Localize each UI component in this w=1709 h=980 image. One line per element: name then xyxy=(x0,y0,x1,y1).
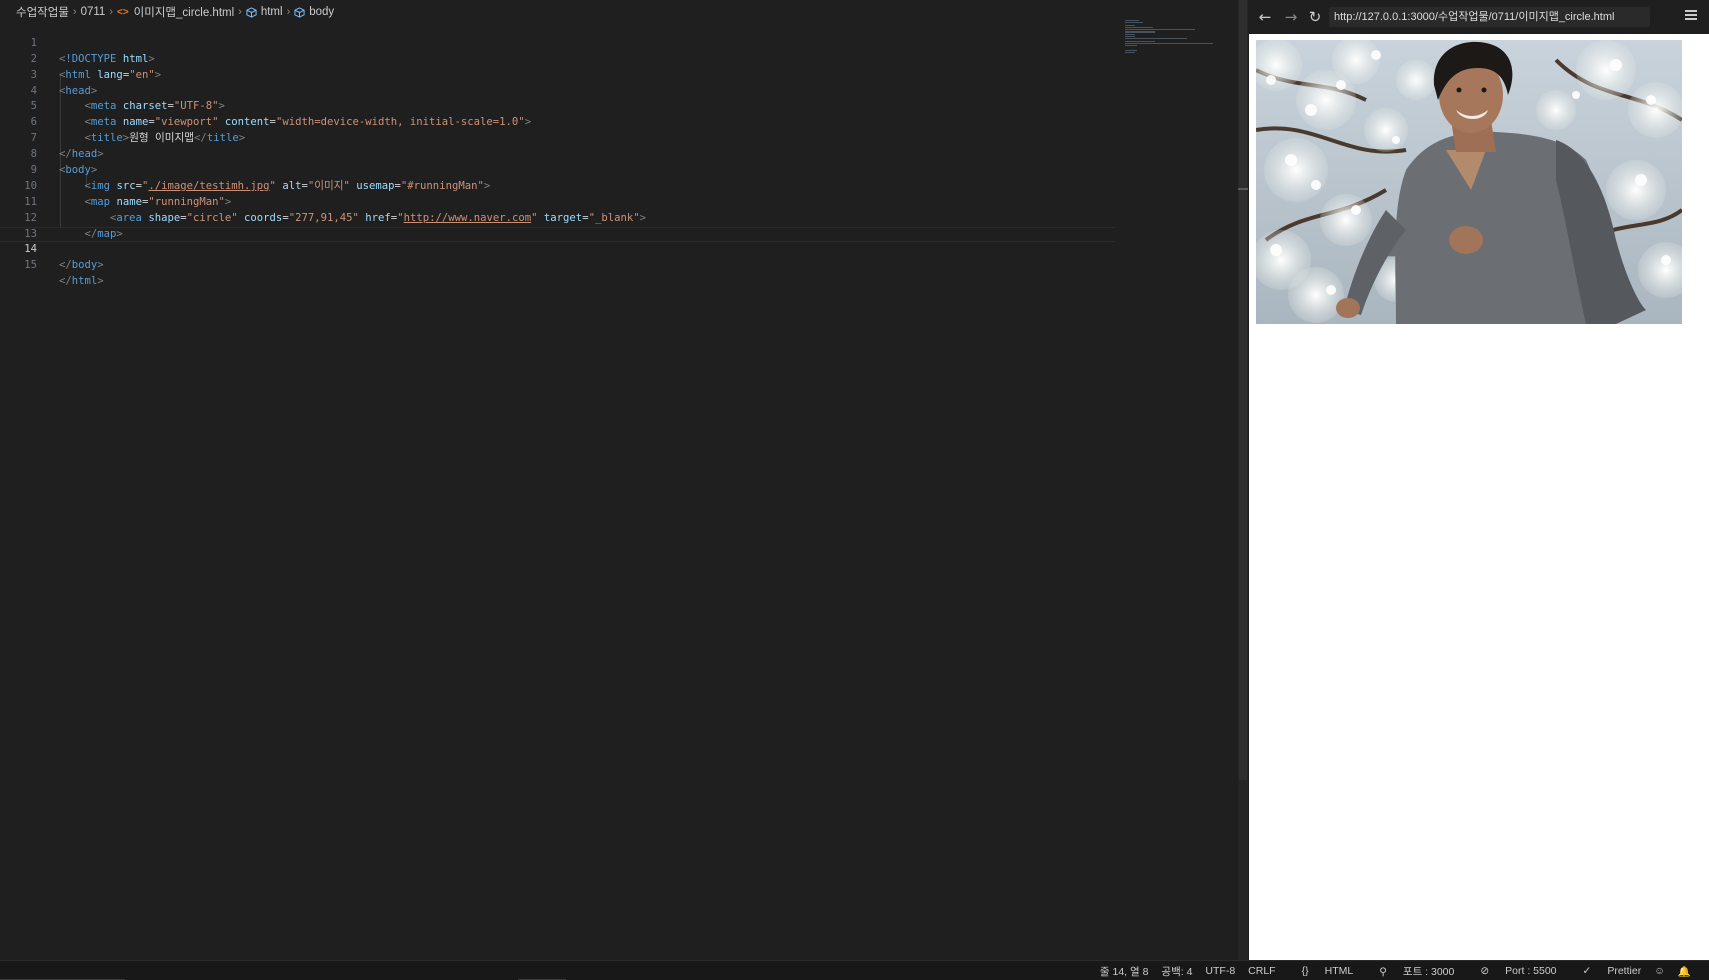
code-line[interactable]: 3 <head> xyxy=(0,52,1115,97)
symbol-cube-icon xyxy=(246,6,257,18)
code-line[interactable]: 12 </map> xyxy=(0,195,1115,240)
breadcrumb-node-body[interactable]: body xyxy=(309,6,334,18)
braces-icon: {} xyxy=(1301,965,1309,977)
breadcrumb-folder[interactable]: 수업작업물 xyxy=(16,4,69,20)
back-button[interactable]: ← xyxy=(1255,7,1275,27)
broadcast-icon: ⚲ xyxy=(1379,965,1387,978)
code-line[interactable]: 11 <area shape="circle" coords="277,91,4… xyxy=(0,179,1115,224)
breadcrumb-file[interactable]: 이미지맵_circle.html xyxy=(134,4,234,20)
code-line[interactable]: 1 <!DOCTYPE html> xyxy=(0,20,1115,65)
scrollbar-cursor-marker xyxy=(1238,188,1248,190)
code-line[interactable]: 8 <body> xyxy=(0,131,1115,176)
scrollbar-thumb[interactable] xyxy=(1239,0,1247,780)
code-line[interactable]: 5 <meta name="viewport" content="width=d… xyxy=(0,84,1115,128)
double-check-icon: ✓ xyxy=(1582,965,1592,977)
status-live-server[interactable]: ⊘ Port : 5500 xyxy=(1467,965,1556,977)
code-line[interactable]: 6 <title>원형 이미지맵</title> xyxy=(0,99,1115,144)
status-cursor-position[interactable]: 줄 14, 열 8 xyxy=(1100,964,1149,979)
breadcrumb: 수업작업물 › 0711 › <> 이미지맵_circle.html › htm… xyxy=(16,4,334,20)
running-man-image[interactable] xyxy=(1256,40,1682,324)
browser-preview-pane[interactable]: ← → ↻ http://127.0.0.1:3000/수업작업물/0711/이… xyxy=(1249,0,1709,960)
code-line[interactable]: 2 <html lang="en"> xyxy=(0,36,1115,81)
status-prettier[interactable]: ✓ Prettier xyxy=(1570,965,1642,977)
status-port[interactable]: ⚲ 포트 : 3000 xyxy=(1366,964,1454,979)
code-line[interactable]: 10 <map name="runningMan"> xyxy=(0,163,1115,208)
code-line[interactable]: 7 </head> xyxy=(0,115,1115,160)
code-line[interactable]: 9 <img src="./image/testimh.jpg" alt="이미… xyxy=(0,147,1115,192)
breadcrumb-node-html[interactable]: html xyxy=(261,6,283,18)
symbol-cube-icon xyxy=(294,6,305,18)
status-indentation[interactable]: 공백: 4 xyxy=(1161,964,1192,979)
arrow-right-icon: → xyxy=(1284,8,1298,26)
status-language[interactable]: {} HTML xyxy=(1289,965,1354,977)
code-line-current[interactable]: 14 </body> xyxy=(0,227,1115,271)
status-encoding[interactable]: UTF-8 xyxy=(1205,965,1235,977)
preview-page xyxy=(1249,34,1709,960)
editor-pane[interactable]: 수업작업물 › 0711 › <> 이미지맵_circle.html › htm… xyxy=(0,0,1238,960)
code-line[interactable]: 13 xyxy=(0,211,1115,240)
code-line[interactable]: 4 <meta charset="UTF-8"> xyxy=(0,68,1115,113)
status-bar: 줄 14, 열 8 공백: 4 UTF-8 CRLF {} HTML ⚲ 포트 : … xyxy=(0,960,1709,980)
arrow-left-icon: ← xyxy=(1258,8,1272,26)
code-editor[interactable]: 1 <!DOCTYPE html> 2 <html lang="en"> 3 <… xyxy=(0,20,1115,287)
breadcrumb-subfolder[interactable]: 0711 xyxy=(81,6,106,18)
chevron-right-icon: › xyxy=(286,6,291,18)
bell-icon[interactable]: 🔔 xyxy=(1678,965,1691,978)
line-number: 15 xyxy=(24,259,37,272)
code-line[interactable]: 15 </html> xyxy=(0,242,1115,287)
running-man-photo xyxy=(1256,40,1682,324)
minimap[interactable] xyxy=(1125,20,1220,54)
feedback-icon[interactable]: ☺ xyxy=(1654,965,1665,977)
html-file-icon: <> xyxy=(116,6,129,18)
address-bar[interactable]: http://127.0.0.1:3000/수업작업물/0711/이미지맵_ci… xyxy=(1329,7,1650,27)
reload-button[interactable]: ↻ xyxy=(1305,7,1325,27)
chevron-right-icon: › xyxy=(238,6,242,18)
chevron-right-icon: › xyxy=(109,6,113,18)
hamburger-menu-icon[interactable] xyxy=(1685,10,1697,22)
status-eol[interactable]: CRLF xyxy=(1248,965,1275,977)
forward-button[interactable]: → xyxy=(1281,7,1301,27)
chevron-right-icon: › xyxy=(72,6,77,18)
preview-toolbar: ← → ↻ http://127.0.0.1:3000/수업작업물/0711/이… xyxy=(1249,0,1709,34)
reload-icon: ↻ xyxy=(1308,8,1322,26)
circle-slash-icon: ⊘ xyxy=(1480,965,1490,977)
editor-scrollbar[interactable] xyxy=(1238,0,1248,960)
